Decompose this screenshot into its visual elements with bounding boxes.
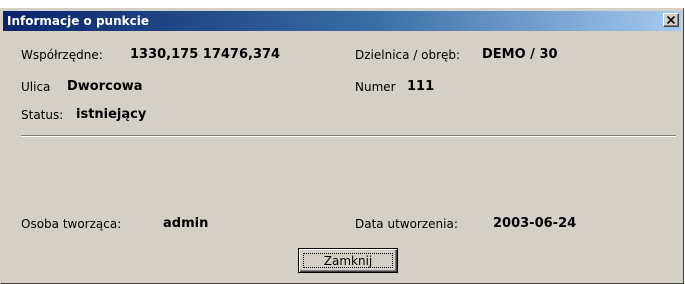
close-button-label: Zamknij — [303, 253, 393, 268]
district-value: DEMO / 30 — [482, 47, 558, 62]
creator-value: admin — [163, 216, 209, 231]
street-label: Ulica — [21, 80, 51, 94]
close-icon — [667, 16, 675, 24]
coords-label: Współrzędne: — [21, 48, 103, 62]
point-info-dialog: Informacje o punkcie Współrzędne: 1330,1… — [0, 8, 684, 284]
street-value: Dworcowa — [67, 79, 143, 94]
close-button[interactable]: Zamknij — [298, 248, 398, 273]
window-title: Informacje o punkcie — [7, 14, 149, 28]
status-label: Status: — [21, 108, 64, 122]
creator-label: Osoba tworząca: — [21, 217, 122, 231]
status-value: istniejący — [76, 107, 147, 122]
separator — [21, 135, 676, 137]
number-value: 111 — [407, 79, 435, 94]
number-label: Numer — [355, 80, 396, 94]
coords-value: 1330,175 17476,374 — [130, 47, 281, 62]
close-window-button[interactable] — [663, 13, 679, 27]
created-value: 2003-06-24 — [493, 216, 577, 231]
title-bar[interactable]: Informacje o punkcie — [3, 11, 681, 31]
district-label: Dzielnica / obręb: — [355, 48, 461, 62]
created-label: Data utworzenia: — [355, 217, 458, 231]
